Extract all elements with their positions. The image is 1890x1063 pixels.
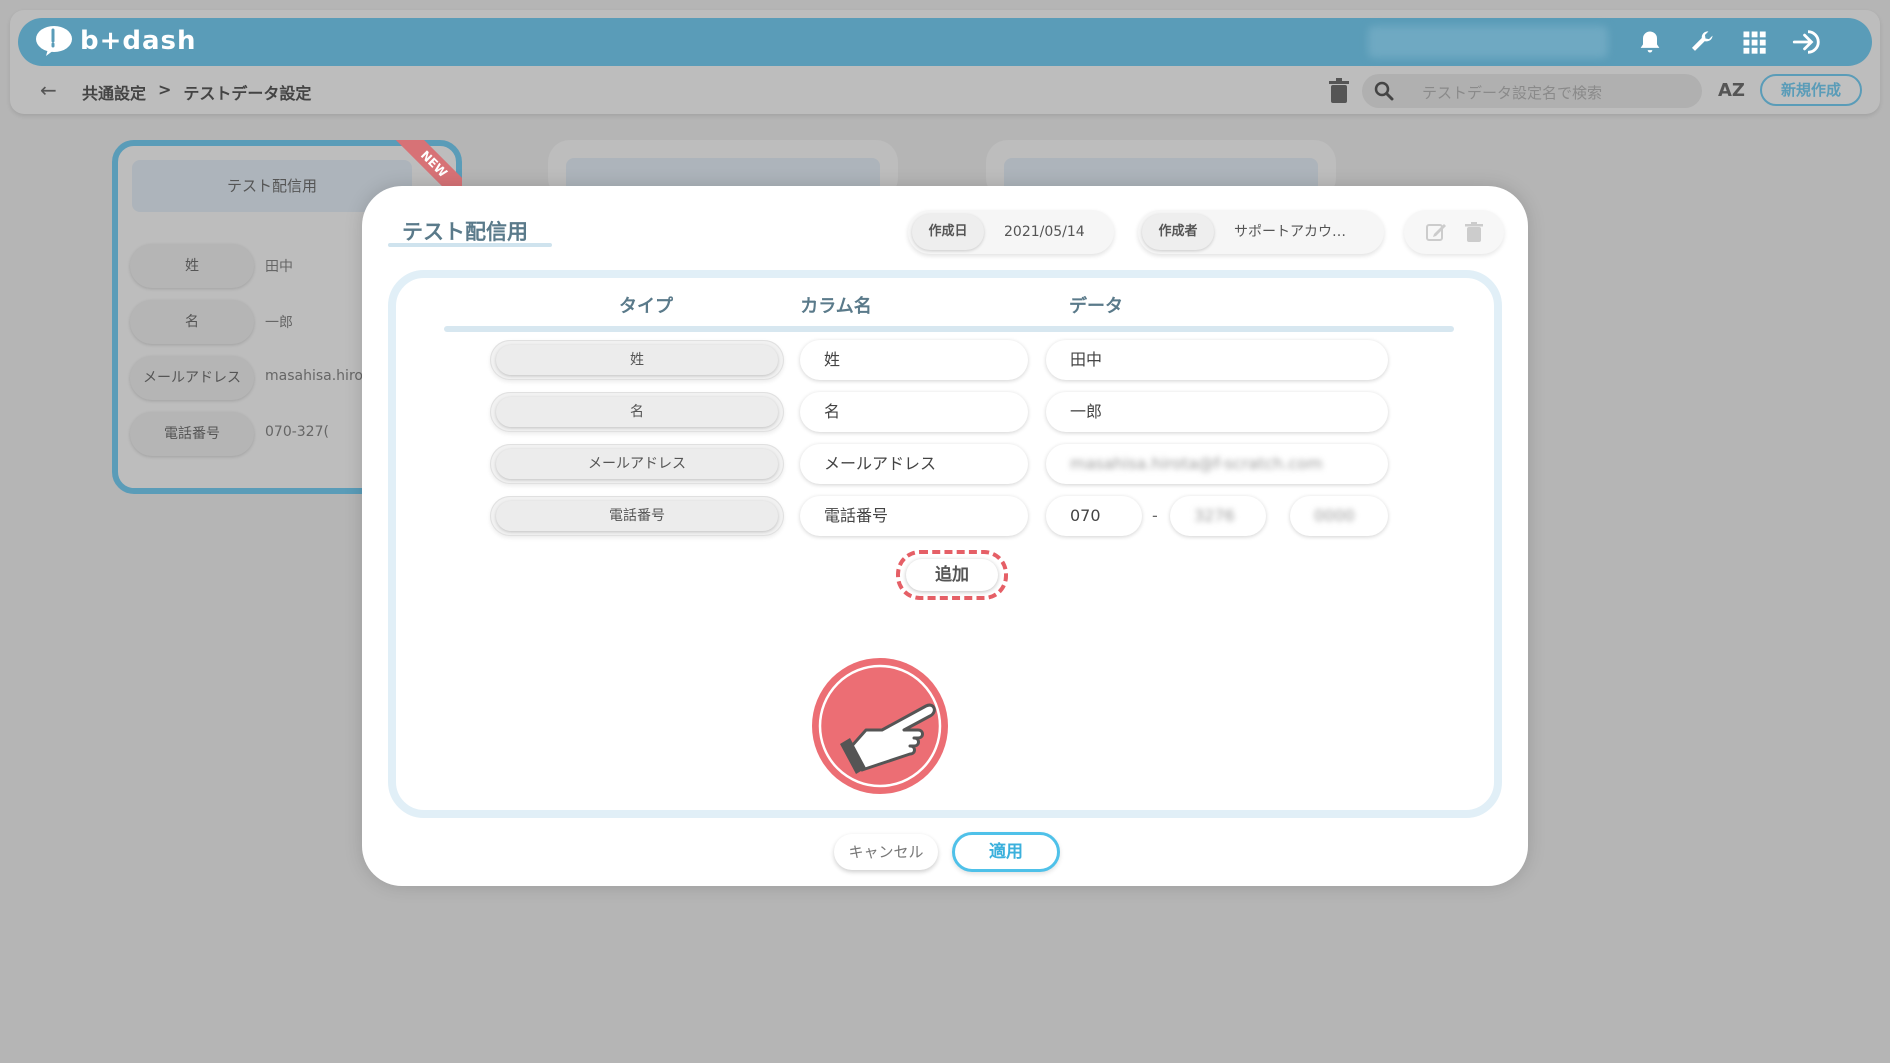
- edit-modal: テスト配信用 作成日 2021/05/14 作成者 サポートアカウ… タイプ カ…: [362, 186, 1528, 886]
- logo[interactable]: b+dash: [34, 25, 197, 57]
- test-data-table: タイプ カラム名 データ 姓 姓 田中 名 名 一郎 メールアドレス メールアド…: [388, 270, 1502, 818]
- breadcrumb-item-current: テストデータ設定: [183, 84, 312, 103]
- pointing-hand-icon: [808, 654, 952, 798]
- table-row: 電話番号 電話番号 070 - 3276 0000: [396, 496, 1494, 540]
- breadcrumb-separator: >: [158, 80, 172, 99]
- breadcrumb-item-common[interactable]: 共通設定: [82, 80, 146, 104]
- created-date-pill: 作成日 2021/05/14: [908, 210, 1114, 254]
- grid-icon[interactable]: [1740, 28, 1768, 56]
- column-name-input[interactable]: 名: [800, 392, 1028, 432]
- modal-tools: [1404, 210, 1504, 254]
- back-arrow-icon[interactable]: ←: [40, 78, 57, 102]
- card-row-value: 070-327(: [265, 424, 329, 440]
- column-header-column-name: カラム名: [800, 296, 872, 317]
- type-select[interactable]: 姓: [490, 340, 784, 380]
- logo-icon: [36, 26, 72, 56]
- data-input[interactable]: masahisa.hirota@f-scratch.com: [1046, 444, 1388, 484]
- table-row: 姓 姓 田中: [396, 340, 1494, 384]
- type-select[interactable]: 名: [490, 392, 784, 432]
- table-row: メールアドレス メールアドレス masahisa.hirota@f-scratc…: [396, 444, 1494, 488]
- logo-text: b+dash: [80, 26, 197, 56]
- column-header-data: データ: [1069, 296, 1123, 317]
- add-row-button[interactable]: 追加: [906, 559, 998, 591]
- data-input[interactable]: 田中: [1046, 340, 1388, 380]
- search-icon: [1374, 81, 1394, 101]
- phone-part-1-input[interactable]: 070: [1046, 496, 1142, 536]
- search-input[interactable]: テストデータ設定名で検索: [1422, 82, 1602, 103]
- header-divider: [444, 326, 1454, 332]
- card-row-label: 姓: [130, 244, 254, 288]
- search-box[interactable]: テストデータ設定名で検索: [1362, 74, 1702, 108]
- phone-part-2-input[interactable]: 3276: [1170, 496, 1266, 536]
- top-bar: b+dash: [18, 18, 1872, 66]
- breadcrumb: 共通設定 > テストデータ設定: [82, 80, 311, 104]
- title-underline: [388, 243, 552, 247]
- card-row-value: masahisa.hiro: [265, 368, 363, 384]
- sort-az-button[interactable]: AZ: [1718, 80, 1745, 101]
- edit-icon[interactable]: [1424, 220, 1448, 244]
- type-select[interactable]: メールアドレス: [490, 444, 784, 484]
- card-row-label: メールアドレス: [130, 356, 254, 400]
- column-name-input[interactable]: 電話番号: [800, 496, 1028, 536]
- wrench-icon[interactable]: [1688, 28, 1716, 56]
- column-name-input[interactable]: メールアドレス: [800, 444, 1028, 484]
- data-input[interactable]: 一郎: [1046, 392, 1388, 432]
- account-info[interactable]: [1368, 26, 1608, 58]
- column-name-input[interactable]: 姓: [800, 340, 1028, 380]
- created-date-value: 2021/05/14: [1004, 224, 1085, 240]
- phone-part-3-input[interactable]: 0000: [1290, 496, 1388, 536]
- email-value: masahisa.hirota@f-scratch.com: [1070, 454, 1323, 473]
- delete-icon[interactable]: [1462, 220, 1486, 244]
- card-row-label: 名: [130, 300, 254, 344]
- card-row-value: 田中: [265, 259, 293, 275]
- cancel-button[interactable]: キャンセル: [834, 834, 938, 870]
- apply-button[interactable]: 適用: [952, 832, 1060, 872]
- type-select[interactable]: 電話番号: [490, 496, 784, 536]
- creator-label: 作成者: [1142, 214, 1214, 250]
- table-row: 名 名 一郎: [396, 392, 1494, 436]
- logout-icon[interactable]: [1792, 28, 1824, 56]
- card-row-value: 一郎: [265, 315, 293, 331]
- creator-pill: 作成者 サポートアカウ…: [1138, 210, 1384, 254]
- trash-icon[interactable]: [1328, 78, 1350, 104]
- created-date-label: 作成日: [912, 214, 984, 250]
- new-create-button[interactable]: 新規作成: [1760, 74, 1862, 106]
- column-header-type: タイプ: [619, 296, 673, 317]
- card-row-label: 電話番号: [130, 412, 254, 456]
- add-button-highlight: 追加: [896, 550, 1008, 600]
- phone-separator: -: [1152, 506, 1158, 525]
- bell-icon[interactable]: [1636, 28, 1664, 56]
- modal-title: テスト配信用: [402, 220, 528, 244]
- creator-value: サポートアカウ…: [1234, 224, 1346, 240]
- sub-toolbar: ← 共通設定 > テストデータ設定 テストデータ設定名で検索 AZ 新規作成: [30, 74, 1870, 108]
